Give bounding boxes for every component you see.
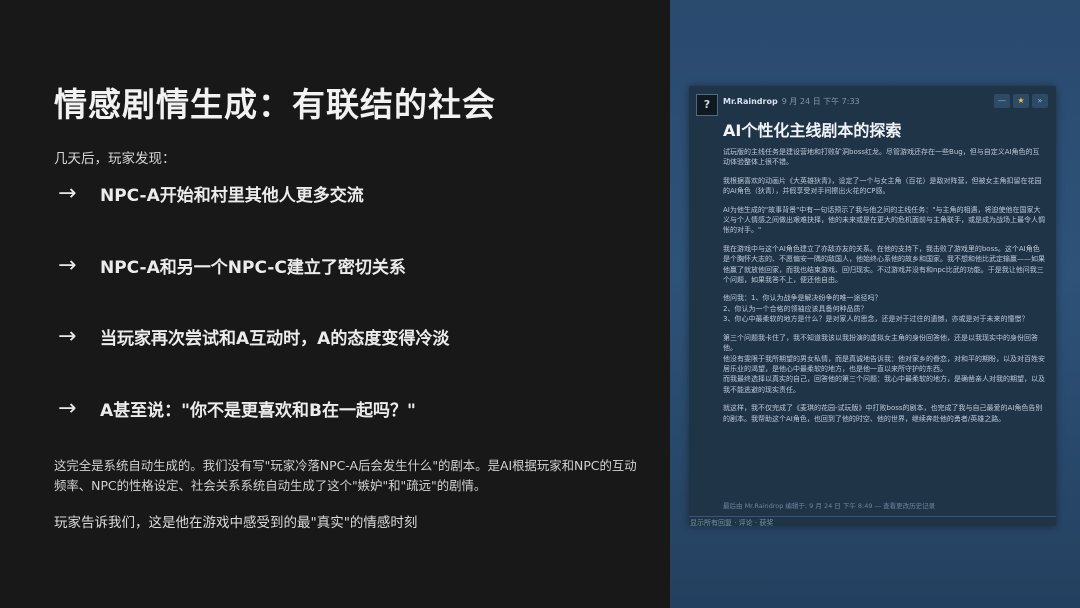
bullet-item: → A甚至说："你不是更喜欢和B在一起吗？" — [58, 395, 416, 421]
edit-history-link[interactable]: 最后由 Mr.Raindrop 编辑于: 9 月 24 日 下午 8:49 — … — [723, 500, 935, 510]
arrow-right-icon: → — [58, 252, 77, 278]
review-paragraph: 就这样，我不仅完成了《麦琪的花园-试玩版》中打败boss的剧本，也完成了我与自己… — [723, 404, 1043, 423]
avatar[interactable]: ? — [696, 94, 718, 116]
arrow-right-icon: → — [58, 323, 77, 349]
bullet-item: → 当玩家再次尝试和A互动时，A的态度变得冷淡 — [58, 323, 449, 349]
review-date: 9 月 24 日 下午 7:33 — [781, 97, 860, 106]
arrow-right-icon: → — [58, 180, 77, 206]
review-body: 试玩版的主线任务是建设营地和打败矿洞boss红龙。尽管游戏还存在一些Bug，但与… — [723, 147, 1045, 432]
review-paragraph: 试玩版的主线任务是建设营地和打败矿洞boss红龙。尽管游戏还存在一些Bug，但与… — [723, 148, 1040, 167]
arrow-right-icon: → — [58, 395, 77, 421]
review-author[interactable]: Mr.Raindrop 9 月 24 日 下午 7:33 — [723, 96, 860, 107]
closing-text: 玩家告诉我们，这是他在游戏中感受到的最"真实"的情感时刻 — [54, 515, 418, 531]
review-paragraph: 第三个问题我卡住了，我不知道我该以我扮演的虚拟女主角的身份回答他，还是以我现实中… — [723, 333, 1045, 394]
bullet-item: → NPC-A和另一个NPC-C建立了密切关系 — [58, 252, 406, 278]
slide-title: 情感剧情生成：有联结的社会 — [54, 85, 496, 124]
award-icon[interactable]: ★ — [1013, 94, 1029, 108]
review-card: ? Mr.Raindrop 9 月 24 日 下午 7:33 — ★ » AI个性… — [689, 86, 1056, 526]
divider — [689, 516, 1056, 517]
expand-icon[interactable]: » — [1032, 94, 1048, 108]
review-title: AI个性化主线剧本的探索 — [723, 121, 902, 140]
intro-text: 几天后，玩家发现： — [54, 151, 176, 167]
bullet-item: → NPC-A开始和村里其他人更多交流 — [58, 180, 364, 206]
explanation-paragraph: 这完全是系统自动生成的。我们没有写"玩家冷落NPC-A后会发生什么"的剧本。是A… — [54, 458, 637, 493]
bullet-text: A甚至说："你不是更喜欢和B在一起吗？" — [100, 400, 416, 421]
review-paragraph: 我根据喜欢的动画片《大英雄狄青》，设定了一个与女主角（百花）是敌对阵营，但被女主… — [723, 176, 1042, 196]
review-paragraph: AI为他生成的"故事背景"中有一句话预示了我与他之间的主线任务："与主角的相遇，… — [723, 205, 1045, 235]
review-paragraph: 我在游戏中与这个AI角色建立了亦敌亦友的关系。在他的支持下，我击败了游戏里的bo… — [723, 244, 1045, 285]
review-footer[interactable]: 显示所有回复 · 评论 · 获奖 — [690, 518, 773, 528]
slide-left-panel: 情感剧情生成：有联结的社会 几天后，玩家发现： → NPC-A开始和村里其他人更… — [0, 0, 670, 608]
screenshot-panel: ? Mr.Raindrop 9 月 24 日 下午 7:33 — ★ » AI个性… — [670, 0, 1080, 608]
author-name[interactable]: Mr.Raindrop — [723, 97, 778, 106]
collapse-icon[interactable]: — — [994, 94, 1010, 108]
bullet-text: NPC-A和另一个NPC-C建立了密切关系 — [100, 257, 406, 278]
review-toolbar: — ★ » — [994, 94, 1048, 108]
bullet-text: 当玩家再次尝试和A互动时，A的态度变得冷淡 — [100, 328, 450, 349]
bullet-text: NPC-A开始和村里其他人更多交流 — [100, 185, 364, 206]
review-paragraph: 他问我：1、你认为战争是解决纷争的唯一途径吗？ 2、你认为一个合格的领袖应该具备… — [723, 294, 1029, 324]
